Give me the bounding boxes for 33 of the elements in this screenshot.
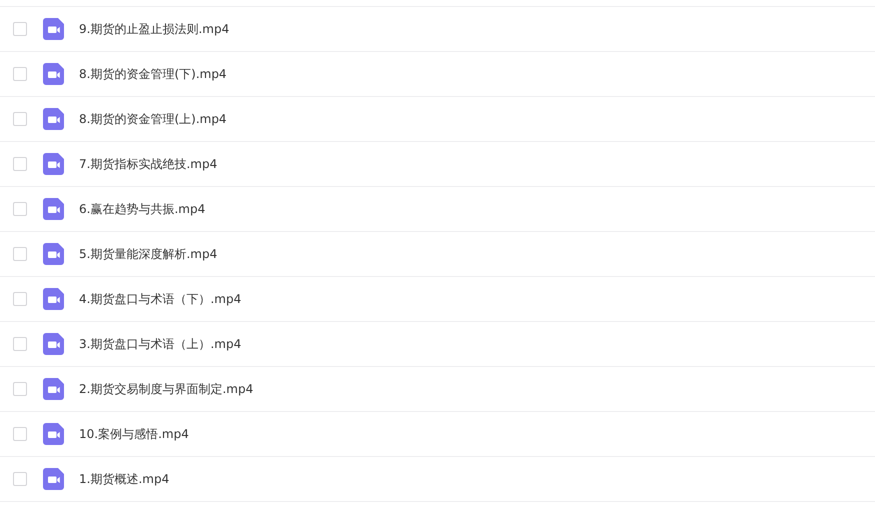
file-name[interactable]: 10.案例与感悟.mp4: [79, 426, 189, 442]
checkbox[interactable]: [13, 427, 27, 441]
checkbox[interactable]: [13, 22, 27, 36]
file-name[interactable]: 4.期货盘口与术语（下）.mp4: [79, 290, 242, 308]
video-file-icon: [43, 243, 64, 265]
video-file-icon: [43, 333, 64, 355]
video-file-icon: [43, 153, 64, 175]
video-file-icon: [43, 288, 64, 310]
checkbox[interactable]: [13, 157, 27, 171]
file-name[interactable]: 6.赢在趋势与共振.mp4: [79, 200, 206, 218]
file-name[interactable]: 3.期货盘口与术语（上）.mp4: [79, 336, 242, 352]
file-name[interactable]: 8.期货的资金管理(下).mp4: [79, 66, 227, 82]
checkbox[interactable]: [13, 247, 27, 261]
checkbox[interactable]: [13, 472, 27, 486]
checkbox[interactable]: [13, 202, 27, 216]
checkbox[interactable]: [13, 112, 27, 126]
checkbox[interactable]: [13, 292, 27, 306]
video-file-icon: [43, 18, 64, 40]
video-file-icon: [43, 108, 64, 130]
checkbox[interactable]: [13, 67, 27, 81]
video-file-icon: [43, 63, 64, 85]
file-name[interactable]: 7.期货指标实战绝技.mp4: [79, 156, 218, 172]
checkbox[interactable]: [13, 337, 27, 351]
file-name[interactable]: 9.期货的止盈止损法则.mp4: [79, 20, 230, 38]
file-name[interactable]: 2.期货交易制度与界面制定.mp4: [79, 380, 254, 398]
video-file-icon: [43, 198, 64, 220]
video-file-icon: [43, 378, 64, 400]
video-file-icon: [43, 423, 64, 445]
file-name[interactable]: 8.期货的资金管理(上).mp4: [79, 110, 227, 128]
file-name[interactable]: 1.期货概述.mp4: [79, 470, 170, 488]
file-name[interactable]: 5.期货量能深度解析.mp4: [79, 246, 218, 262]
video-file-icon: [43, 468, 64, 490]
checkbox[interactable]: [13, 382, 27, 396]
